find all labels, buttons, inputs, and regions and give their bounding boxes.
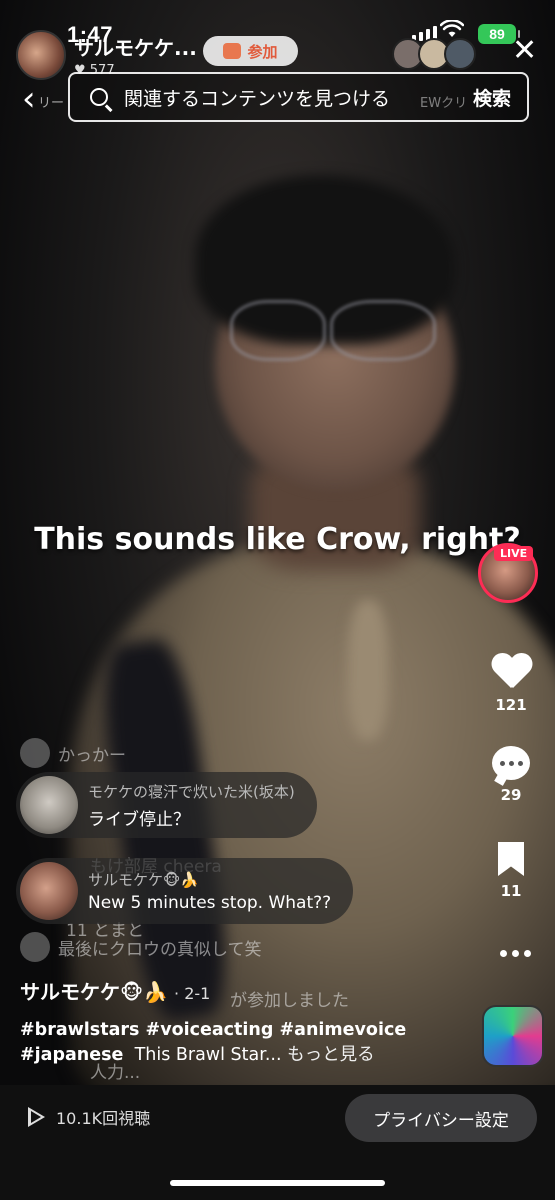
wifi-icon <box>440 20 464 37</box>
chat-avatar <box>20 738 50 768</box>
like-count: 121 <box>495 696 527 714</box>
live-badge: LIVE <box>494 546 534 561</box>
chat-message-body: サルモケケ🐵🍌 New 5 minutes stop. What?? <box>88 869 331 913</box>
chat-message[interactable]: モケケの寝汗で炊いた米(坂本) ライブ停止？ <box>16 772 317 838</box>
chat-faint-line: 最後にクロウの真似して笑 <box>20 932 262 962</box>
more-options-icon[interactable] <box>500 950 531 957</box>
chat-faint-text: が参加しました <box>230 991 349 1011</box>
description-text: This Brawl Star... <box>134 1045 282 1065</box>
video-zipper <box>348 600 388 740</box>
chat-avatar <box>20 776 78 834</box>
search-bar[interactable]: 関連するコンテンツを見つける 検索 <box>68 72 529 122</box>
post-description[interactable]: #brawlstars #voiceacting #animevoice #ja… <box>20 1018 470 1068</box>
viewer-avatars[interactable] <box>392 38 476 70</box>
view-count-label: 10.1K回視聴 <box>56 1109 151 1128</box>
hashtags[interactable]: #brawlstars #voiceacting #animevoice <box>20 1020 406 1040</box>
video-caption: This sounds like Crow, right? <box>34 522 521 557</box>
chat-text: New 5 minutes stop. What?? <box>88 893 332 913</box>
save-button[interactable]: 11 <box>480 842 542 900</box>
video-glasses-left <box>230 300 326 361</box>
join-label: 参加 <box>247 42 278 61</box>
hashtag-japanese[interactable]: #japanese <box>20 1045 123 1065</box>
chat-faint-line: が参加しました <box>230 986 349 1011</box>
privacy-settings-button[interactable]: プライバシー設定 <box>345 1094 537 1142</box>
chat-username: サルモケケ🐵🍌 <box>88 871 200 889</box>
comment-count: 29 <box>500 786 522 804</box>
play-icon <box>28 1107 46 1127</box>
viewer-avatar <box>444 38 476 70</box>
post-meta: · 2-1 <box>174 984 211 1003</box>
chat-message[interactable]: サルモケケ🐵🍌 New 5 minutes stop. What?? <box>16 858 354 924</box>
see-more-link[interactable]: もっと見る <box>287 1045 375 1065</box>
heart-icon <box>491 654 531 690</box>
comment-button[interactable]: 29 <box>480 746 542 804</box>
video-glasses-right <box>330 300 436 361</box>
chat-faint-text: 最後にクロウの真似して笑 <box>58 939 262 960</box>
back-chevron-icon[interactable]: ‹ <box>22 82 36 116</box>
close-icon[interactable]: ✕ <box>512 36 537 66</box>
host-avatar[interactable] <box>16 30 66 80</box>
host-name: サルモケケ... <box>74 36 197 60</box>
search-placeholder[interactable]: 関連するコンテンツを見つける <box>124 84 473 111</box>
music-disc-icon[interactable] <box>482 1005 544 1067</box>
battery-icon: 89 <box>478 24 520 44</box>
chat-avatar <box>20 932 50 962</box>
search-icon <box>90 88 108 106</box>
save-count: 11 <box>500 882 522 900</box>
like-button[interactable]: 121 <box>480 654 542 714</box>
chat-message-body: モケケの寝汗で炊いた米(坂本) ライブ停止？ <box>88 781 295 830</box>
post-author-name[interactable]: サルモケケ🐵🍌 <box>20 980 168 1004</box>
join-button[interactable]: 参加 <box>203 36 298 66</box>
chat-text: ライブ停止？ <box>88 809 190 830</box>
bookmark-icon <box>498 842 524 876</box>
view-count: 10.1K回視聴 <box>28 1105 150 1129</box>
chat-faint-line: かっかー <box>20 738 126 768</box>
chat-avatar <box>20 862 78 920</box>
join-icon <box>223 43 242 59</box>
background-chip-left: リー <box>38 96 65 111</box>
post-author[interactable]: サルモケケ🐵🍌 · 2-1 <box>20 976 210 1005</box>
chat-username: モケケの寝汗で炊いた米(坂本) <box>88 782 295 801</box>
search-button[interactable]: 検索 <box>473 84 511 111</box>
chat-faint-text: かっかー <box>58 745 126 766</box>
comment-icon <box>492 746 530 780</box>
home-indicator[interactable] <box>170 1180 385 1186</box>
